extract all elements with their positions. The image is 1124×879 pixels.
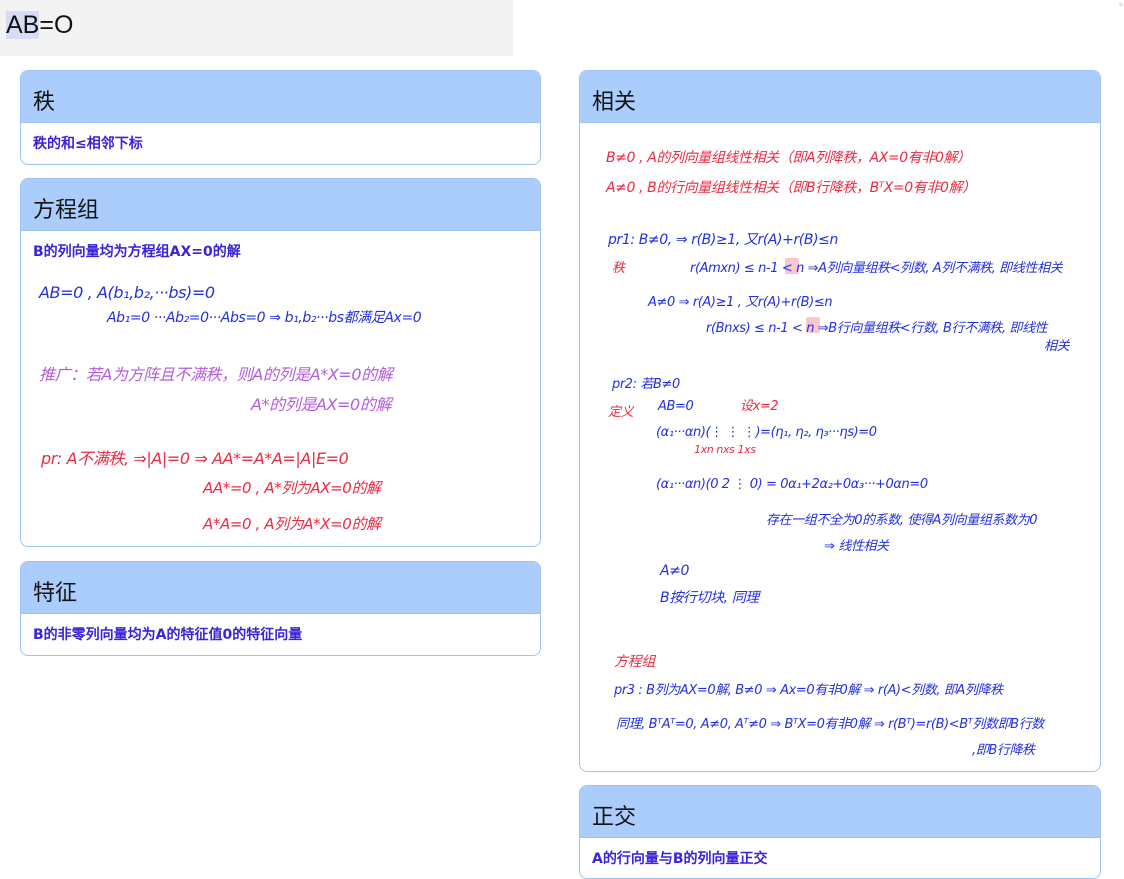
- note-line: A*A=0 , A列为A*X=0的解: [203, 515, 381, 533]
- note-line: B≠0 , A的列向量组线性相关（即A列降秩，AX=0有非0解）: [606, 150, 971, 166]
- note-line: AB=0 , A(b₁,b₂,···bs)=0: [39, 283, 215, 302]
- card-ortho-header: 正交: [580, 786, 1100, 838]
- card-eigen[interactable]: 特征 B的非零列向量均为A的特征值0的特征向量: [20, 561, 541, 656]
- corner-mark: ◦: [1118, 0, 1124, 11]
- note-line: r(Bnxs) ≤ n-1 < n ⇒B行向量组秩<行数, B行不满秩, 即线性: [706, 321, 1048, 336]
- card-equations-header: 方程组: [21, 179, 540, 231]
- note-line: pr1: B≠0, ⇒ r(B)≥1, 又r(A)+r(B)≤n: [608, 232, 838, 248]
- note-line: (α₁···αn)(⋮ ⋮ ⋮)=(η₁, η₂, η₃···ηs)=0: [656, 425, 877, 440]
- note-line: ,即B行降秩: [972, 743, 1035, 758]
- card-rank[interactable]: 秩 秩的和≤相邻下标: [20, 70, 541, 165]
- note-line: 推广：若A为方阵且不满秩，则A的列是A*X=0的解: [39, 365, 393, 384]
- note-line: A*的列是AX=0的解: [251, 395, 392, 414]
- note-line: pr2: 若B≠0: [612, 377, 680, 392]
- title-rest: =O: [39, 11, 74, 39]
- title-highlight: AB: [6, 11, 40, 39]
- note-line: A≠0: [660, 563, 690, 579]
- note-line: 存在一组不全为0的系数, 使得A列向量组系数为0: [766, 513, 1038, 528]
- note-line: pr: A不满秩, ⇒|A|=0 ⇒ AA*=A*A=|A|E=0: [41, 449, 349, 468]
- card-related-header: 相关: [580, 71, 1100, 123]
- note-line: 定义: [608, 405, 634, 420]
- note-line: r(Amxn) ≤ n-1 < n ⇒A列向量组秩<列数, A列不满秩, 即线性…: [690, 261, 1063, 276]
- card-rank-subtitle: 秩的和≤相邻下标: [33, 136, 143, 152]
- note-line: AB=0: [658, 399, 694, 414]
- note-line: 相关: [1044, 339, 1070, 354]
- title-bar: AB=O: [0, 0, 513, 56]
- card-eigen-subtitle: B的非零列向量均为A的特征值0的特征向量: [33, 627, 303, 643]
- note-line: B按行切块, 同理: [660, 590, 759, 606]
- card-eigen-header: 特征: [21, 562, 540, 614]
- note-line: 同理, BᵀAᵀ=0, A≠0, Aᵀ≠0 ⇒ BᵀX=0有非0解 ⇒ r(Bᵀ…: [616, 717, 1044, 732]
- card-related[interactable]: 相关 B≠0 , A的列向量组线性相关（即A列降秩，AX=0有非0解） A≠0 …: [579, 70, 1101, 772]
- page-title[interactable]: AB=O: [6, 11, 73, 39]
- note-line: 设x=2: [740, 399, 779, 414]
- card-ortho-subtitle: A的行向量与B的列向量正交: [592, 851, 768, 867]
- note-line: A≠0 ⇒ r(A)≥1 , 又r(A)+r(B)≤n: [648, 295, 833, 310]
- note-line: A≠0 , B的行向量组线性相关（即B行降秩，BᵀX=0有非0解）: [606, 180, 976, 196]
- note-line: 1xn nxs 1xs: [694, 443, 756, 456]
- note-line: pr3 : B列为AX=0解, B≠0 ⇒ Ax=0有非0解 ⇒ r(A)<列数…: [614, 683, 1003, 698]
- note-line: AA*=0 , A*列为AX=0的解: [203, 479, 381, 497]
- note-line: 秩: [612, 261, 625, 276]
- card-ortho[interactable]: 正交 A的行向量与B的列向量正交: [579, 785, 1101, 879]
- card-equations-subtitle: B的列向量均为方程组AX=0的解: [33, 244, 241, 260]
- card-equations[interactable]: 方程组 B的列向量均为方程组AX=0的解 AB=0 , A(b₁,b₂,···b…: [20, 178, 541, 547]
- card-rank-header: 秩: [21, 71, 540, 123]
- note-line: 方程组: [614, 654, 655, 670]
- note-line: (α₁···αn)(0 2 ⋮ 0) = 0α₁+2α₂+0α₃···+0αn=…: [656, 477, 928, 492]
- note-line: Ab₁=0 ···Ab₂=0···Abs=0 ⇒ b₁,b₂···bs都满足Ax…: [107, 310, 422, 326]
- note-line: ⇒ 线性相关: [824, 539, 889, 554]
